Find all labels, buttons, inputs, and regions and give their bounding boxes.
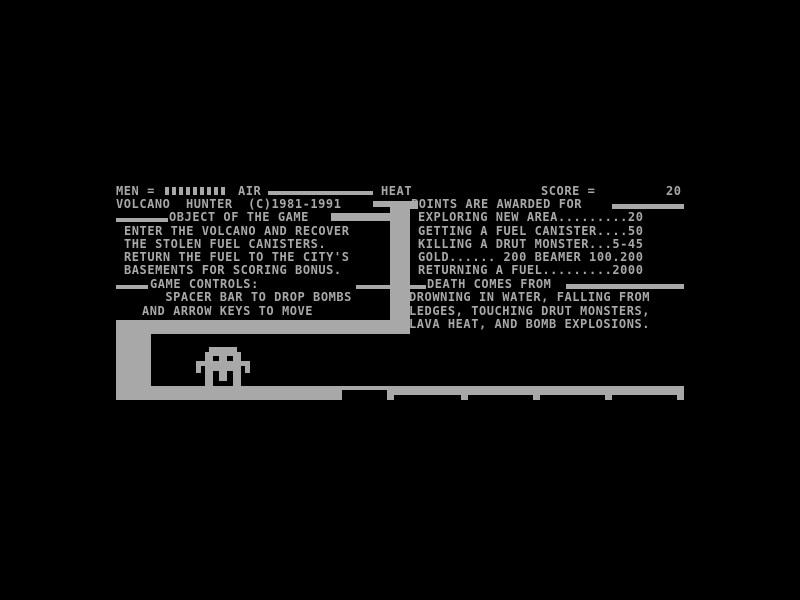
bridge-tooth (486, 386, 490, 395)
bridge-tooth (666, 386, 670, 395)
bridge-tooth (630, 386, 634, 395)
bridge-tooth (558, 386, 562, 395)
bridge-post (387, 386, 394, 400)
bridge-tooth (621, 386, 625, 395)
bridge-tooth (567, 386, 571, 395)
life-icon (186, 187, 190, 195)
bridge-tooth (513, 386, 517, 395)
controls-line: SPACER BAR TO DROP BOMBS (142, 290, 352, 304)
player-sprite (196, 347, 250, 387)
bridge-tooth (495, 386, 499, 395)
bridge-tooth (432, 386, 436, 395)
bridge-post (461, 386, 468, 400)
bridge-tooth (396, 386, 400, 395)
bridge-tooth (405, 386, 409, 395)
death-rule-left (410, 285, 426, 289)
controls-line: AND ARROW KEYS TO MOVE (142, 304, 314, 318)
controls-rule-right (356, 285, 390, 289)
object-rule-right (331, 213, 390, 221)
life-icon (207, 187, 211, 195)
bridge-tooth (522, 386, 526, 395)
life-icon (172, 187, 176, 195)
score-value: 20 (666, 184, 682, 198)
bridge-tooth (585, 386, 589, 395)
bridge-tooth (576, 386, 580, 395)
object-heading: OBJECT OF THE GAME (169, 210, 309, 224)
bridge-tooth (423, 386, 427, 395)
life-icon (179, 187, 183, 195)
bridge-post (677, 386, 684, 400)
bridge-tooth (468, 386, 472, 395)
bridge-post (533, 386, 540, 400)
controls-rule-left (116, 285, 148, 289)
bridge-tooth (549, 386, 553, 395)
bridge-tooth (441, 386, 445, 395)
bridge-tooth (504, 386, 508, 395)
points-rule (612, 204, 684, 209)
bridge-tooth (540, 386, 544, 395)
life-icon (165, 187, 169, 195)
points-row: RETURNING A FUEL.........2000 (418, 263, 644, 277)
air-meter (268, 191, 373, 195)
bridge-tooth (657, 386, 661, 395)
cave-ceiling (116, 320, 410, 334)
object-rule-left (116, 218, 168, 222)
object-line: BASEMENTS FOR SCORING BONUS. (124, 263, 342, 277)
wall-center (390, 201, 410, 334)
bridge-post (605, 386, 612, 400)
bridge-tooth (594, 386, 598, 395)
bridge-tooth (612, 386, 616, 395)
death-line: LAVA HEAT, AND BOMB EXPLOSIONS. (409, 317, 651, 331)
cave-floor (116, 386, 342, 400)
bridge-tooth (639, 386, 643, 395)
life-icon (221, 187, 225, 195)
life-icon (193, 187, 197, 195)
death-line: DROWNING IN WATER, FALLING FROM (409, 290, 651, 304)
bridge-tooth (450, 386, 454, 395)
death-rule-right (566, 284, 684, 289)
bridge-tooth (477, 386, 481, 395)
bridge-tooth (648, 386, 652, 395)
life-icon (214, 187, 218, 195)
bridge-tooth (414, 386, 418, 395)
heat-label: HEAT (381, 184, 413, 198)
points-row: EXPLORING NEW AREA.........20 (418, 210, 644, 224)
game-screen: MEN = AIR HEAT SCORE = 20 VOLCANO HUNTER… (0, 0, 800, 600)
life-icon (200, 187, 204, 195)
